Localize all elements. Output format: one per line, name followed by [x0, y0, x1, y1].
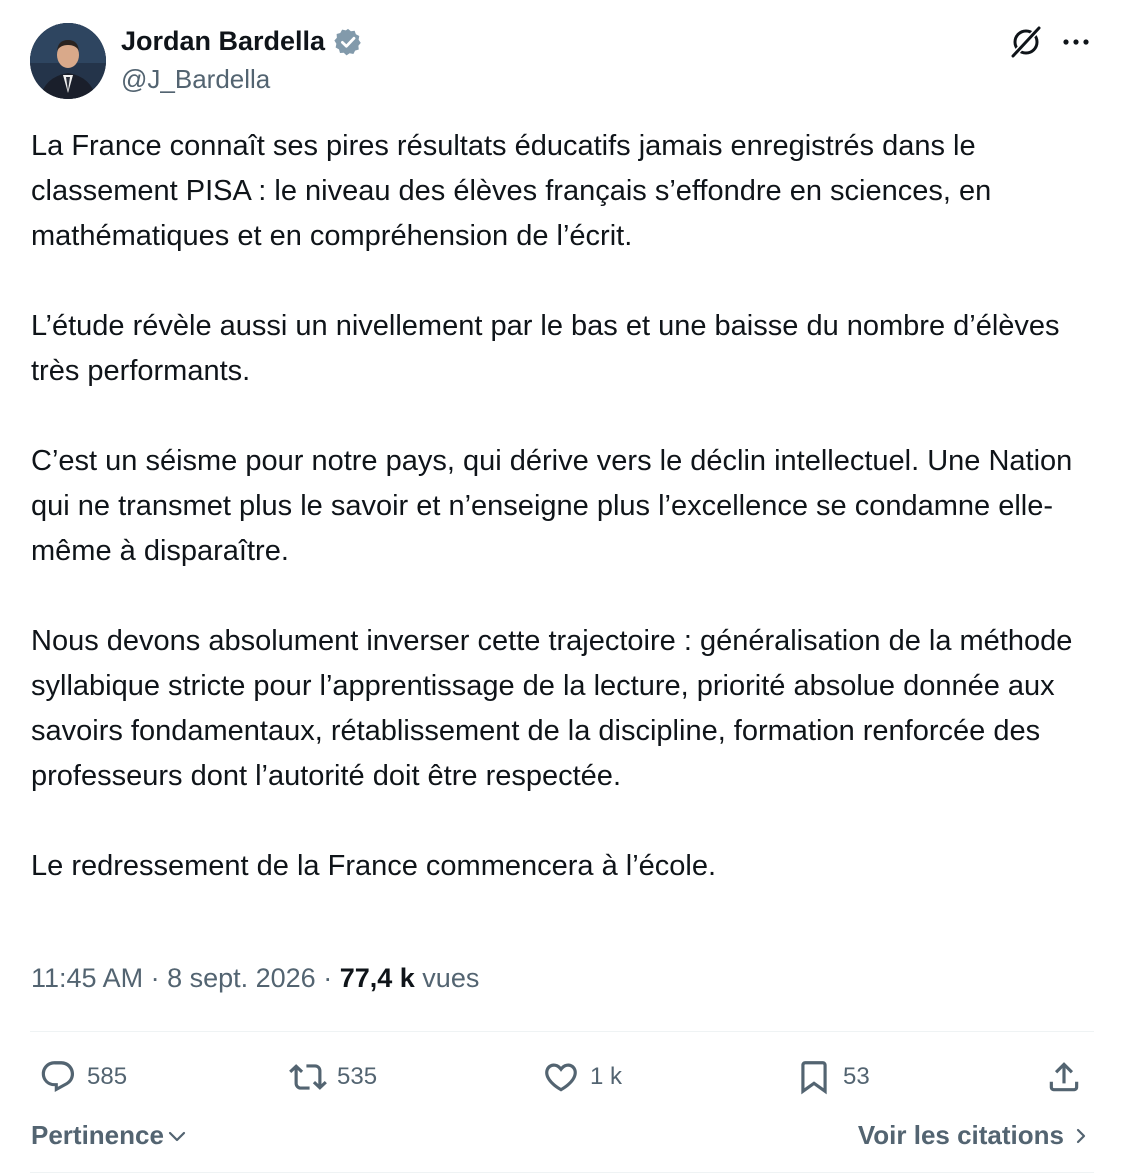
- tweet-paragraph-2: L’étude révèle aussi un nivellement par …: [31, 310, 1060, 387]
- tweet-time[interactable]: 11:45 AM: [31, 963, 143, 993]
- tweet-paragraph-3: C’est un séisme pour notre pays, qui dér…: [31, 445, 1073, 567]
- tweet-meta: 11:45 AM · 8 sept. 2026 · 77,4 k vues: [31, 963, 479, 994]
- verified-badge-icon: [333, 27, 363, 57]
- tweet-paragraph-5: Le redressement de la France commencera …: [31, 850, 717, 882]
- repost-icon: [289, 1064, 327, 1090]
- repost-count: 535: [337, 1063, 378, 1090]
- author-handle[interactable]: @J_Bardella: [121, 64, 270, 95]
- views-count: 77,4 k: [339, 963, 415, 993]
- meta-separator-2: ·: [315, 963, 340, 993]
- share-icon: [1049, 1062, 1079, 1092]
- reply-icon: [41, 1061, 75, 1092]
- sort-select[interactable]: Pertinence: [31, 1120, 188, 1151]
- more-button[interactable]: [1056, 22, 1096, 62]
- meta-separator-1: ·: [143, 963, 168, 993]
- like-button[interactable]: 1 k: [542, 1056, 622, 1098]
- reply-button[interactable]: 585: [39, 1056, 127, 1098]
- grok-icon: [1010, 25, 1042, 59]
- avatar[interactable]: [30, 23, 106, 99]
- repost-button[interactable]: 535: [289, 1056, 377, 1098]
- like-count: 1 k: [590, 1063, 623, 1090]
- bottom-divider: [30, 1172, 1094, 1173]
- reply-count: 585: [87, 1063, 128, 1090]
- view-quotes-link[interactable]: Voir les citations: [858, 1120, 1090, 1151]
- share-button[interactable]: [1045, 1056, 1083, 1098]
- bookmark-count: 53: [843, 1063, 870, 1090]
- sort-label: Pertinence: [31, 1120, 164, 1150]
- views-label: vues: [422, 963, 480, 993]
- tweet-date[interactable]: 8 sept. 2026: [167, 963, 316, 993]
- tweet-paragraph-1: La France connaît ses pires résultats éd…: [31, 130, 992, 252]
- tweet-card: Jordan Bardella @J_Bardella La France co…: [0, 0, 1123, 1175]
- grok-button[interactable]: [1006, 22, 1046, 62]
- view-quotes-label: Voir les citations: [857, 1120, 1064, 1150]
- bookmark-icon: [801, 1061, 827, 1095]
- chevron-right-icon: [1076, 1128, 1086, 1143]
- chevron-down-icon: [168, 1131, 186, 1141]
- bookmark-button[interactable]: 53: [795, 1056, 870, 1098]
- author-name-text[interactable]: Jordan Bardella: [121, 26, 325, 57]
- divider: [30, 1031, 1094, 1032]
- tweet-text: La France connaît ses pires résultats éd…: [31, 124, 1101, 889]
- heart-icon: [545, 1063, 577, 1092]
- tweet-paragraph-4: Nous devons absolument inverser cette tr…: [31, 625, 1073, 792]
- author-name[interactable]: Jordan Bardella: [121, 26, 363, 57]
- more-icon: [1063, 39, 1089, 45]
